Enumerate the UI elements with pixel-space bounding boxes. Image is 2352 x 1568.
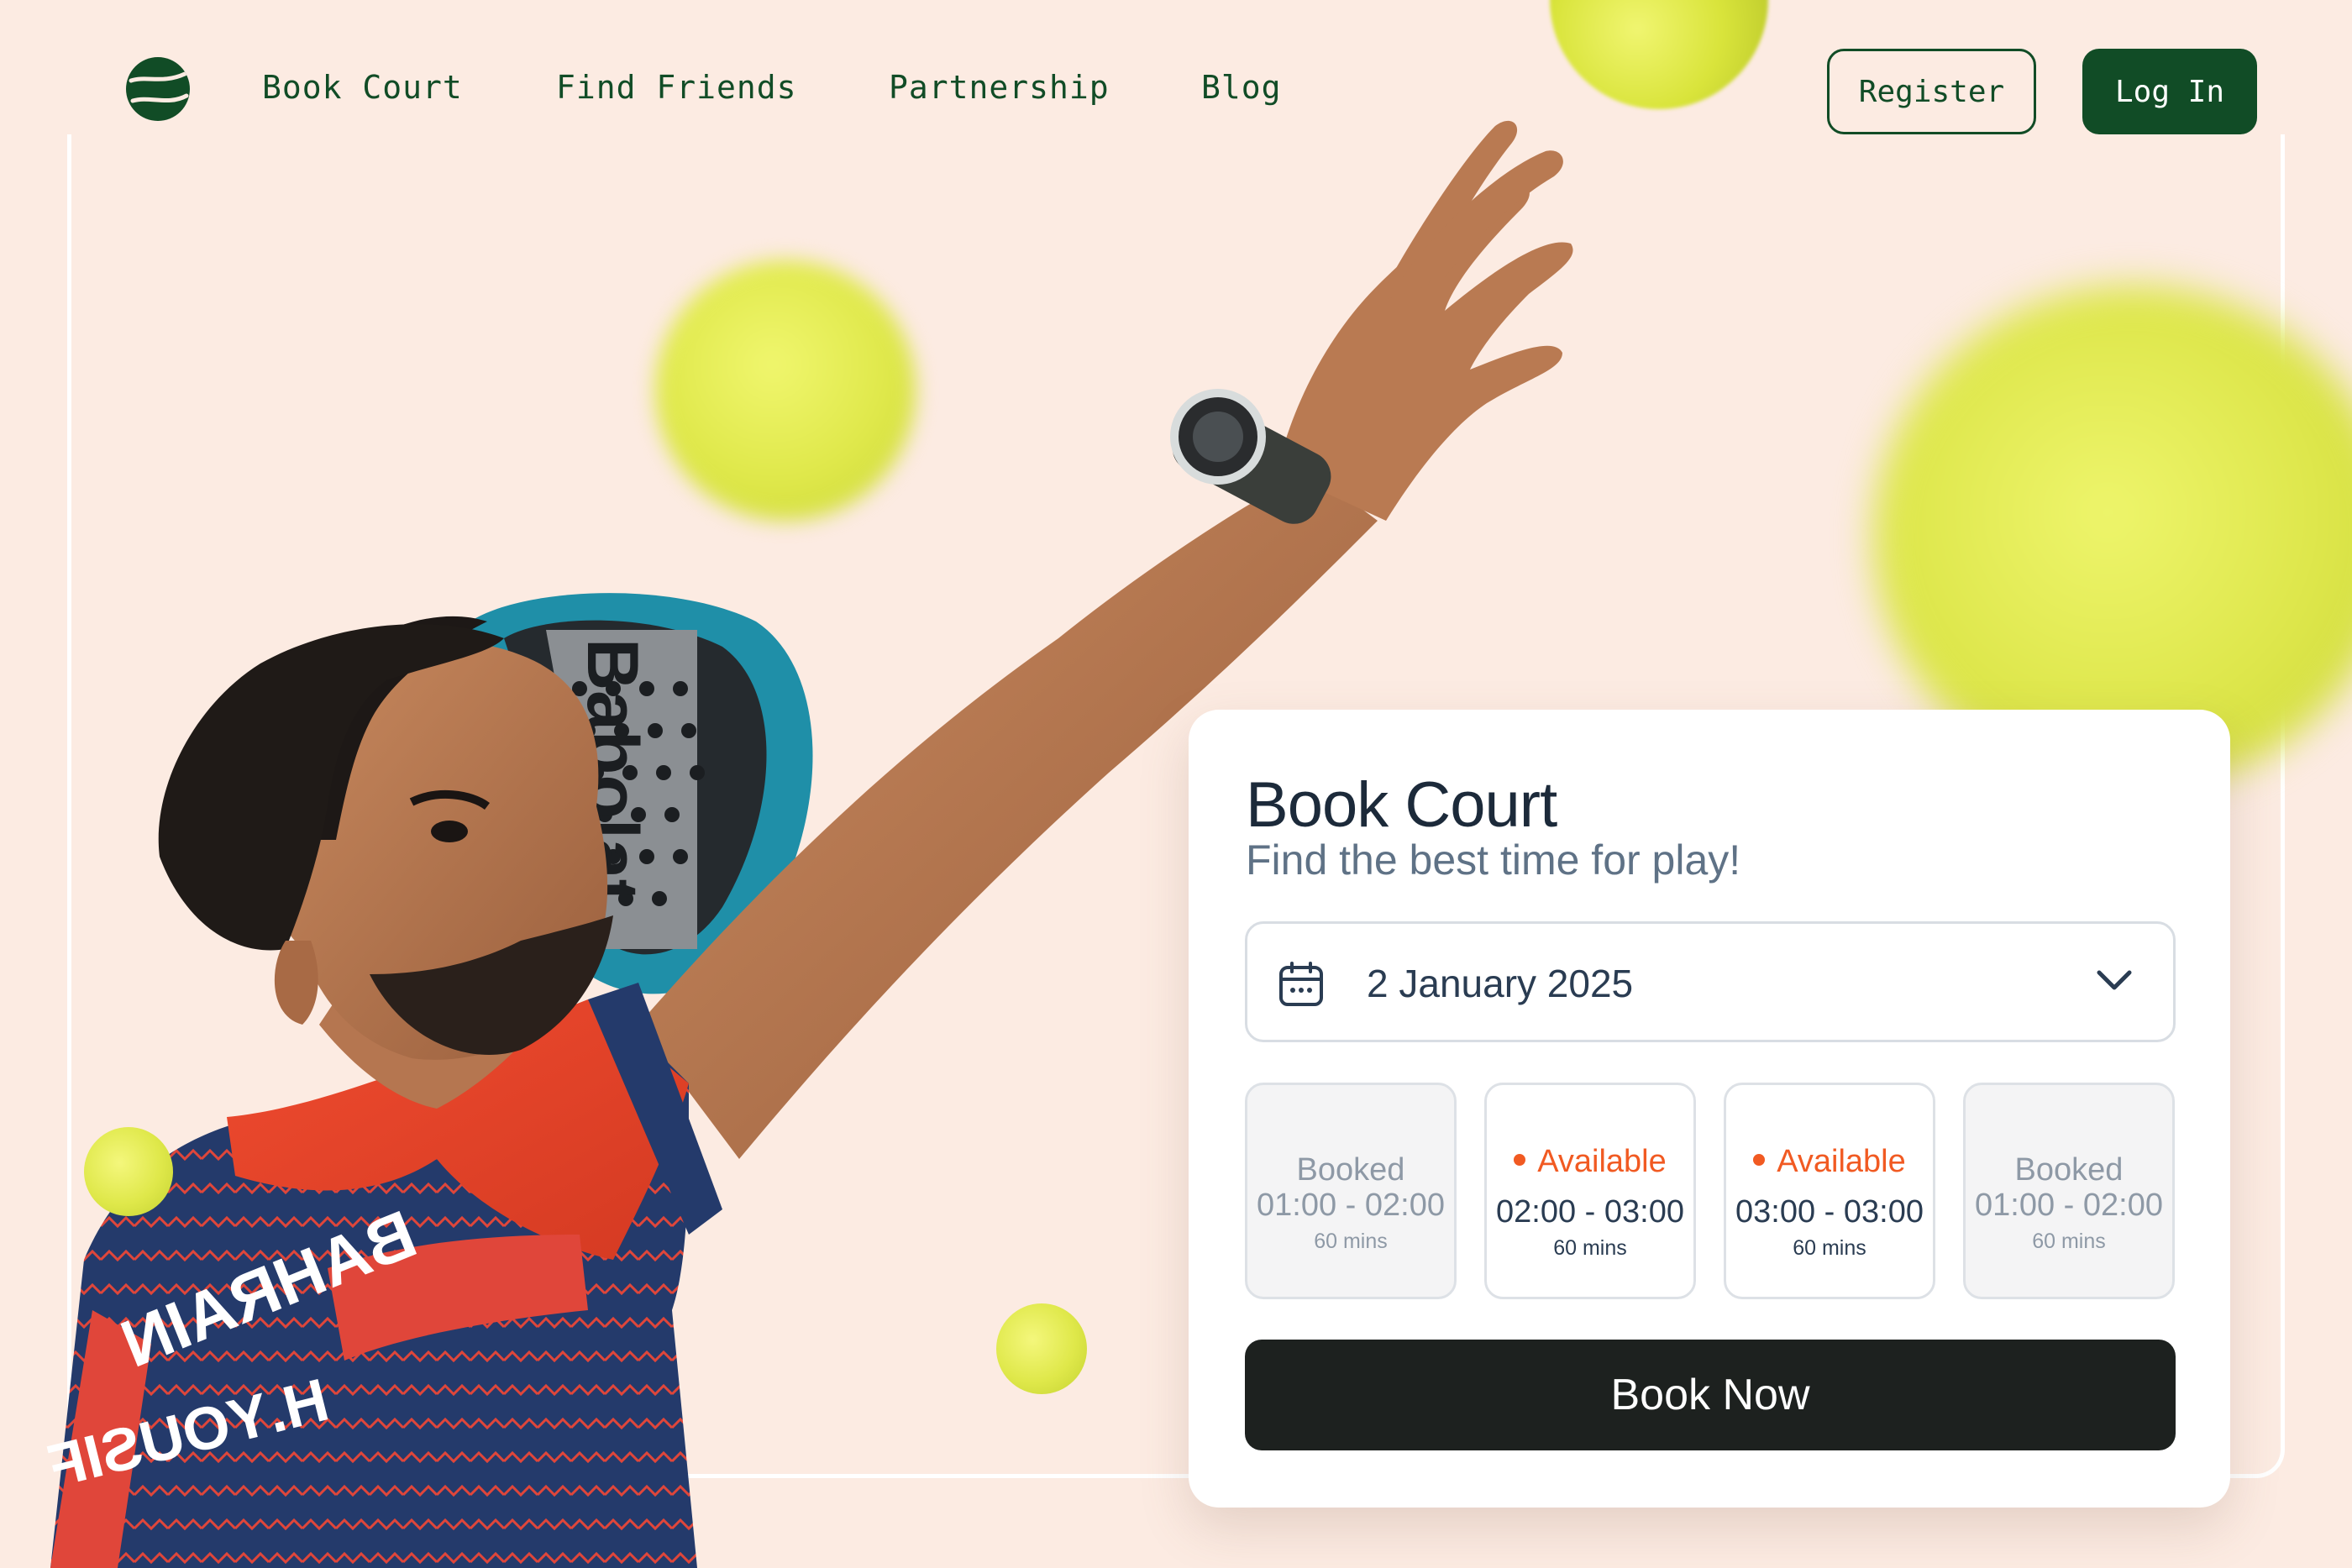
slot-status: Available — [1726, 1144, 1933, 1180]
nav-link-blog[interactable]: Blog — [1201, 69, 1282, 106]
slot-time: 01:00 - 02:00 — [1257, 1188, 1445, 1223]
nav-link-find-friends[interactable]: Find Friends — [556, 69, 797, 106]
booking-subtitle: Find the best time for play! — [1246, 836, 1741, 884]
tennis-ball-small-center — [996, 1303, 1087, 1394]
selected-date: 2 January 2025 — [1367, 962, 1634, 1005]
slot-time: 02:00 - 03:00 — [1496, 1194, 1684, 1230]
slot-status: Booked — [1296, 1152, 1405, 1188]
tennis-ball-top — [1550, 0, 1768, 109]
calendar-icon — [1279, 962, 1323, 1006]
tennis-ball-blurred-left — [655, 260, 916, 521]
nav-link-book-court[interactable]: Book Court — [262, 69, 463, 106]
time-slot-2[interactable]: Available 02:00 - 03:00 60 mins — [1484, 1083, 1696, 1299]
booking-card: Book Court Find the best time for play! … — [1189, 710, 2230, 1508]
register-button[interactable]: Register — [1827, 49, 2036, 134]
available-dot-icon — [1514, 1153, 1526, 1166]
book-now-button[interactable]: Book Now — [1245, 1340, 2176, 1450]
tennis-ball-small-left — [84, 1127, 173, 1216]
time-slot-3[interactable]: Available 03:00 - 03:00 60 mins — [1724, 1083, 1935, 1299]
slot-duration: 60 mins — [1314, 1230, 1388, 1253]
slot-duration: 60 mins — [1553, 1236, 1627, 1260]
login-button[interactable]: Log In — [2082, 49, 2257, 134]
slot-time: 03:00 - 03:00 — [1735, 1194, 1924, 1230]
slot-duration: 60 mins — [2032, 1230, 2106, 1253]
available-dot-icon — [1753, 1153, 1766, 1166]
slot-time: 01:00 - 02:00 — [1975, 1188, 2163, 1223]
booking-title: Book Court — [1246, 769, 1557, 841]
time-slot-1[interactable]: Booked 01:00 - 02:00 60 mins — [1245, 1083, 1457, 1299]
nav-link-partnership[interactable]: Partnership — [889, 69, 1110, 106]
time-slot-4[interactable]: Booked 01:00 - 02:00 60 mins — [1963, 1083, 2175, 1299]
slot-duration: 60 mins — [1793, 1236, 1866, 1260]
chevron-down-icon[interactable] — [2096, 968, 2133, 993]
slot-status: Available — [1487, 1144, 1693, 1180]
date-picker[interactable]: 2 January 2025 — [1245, 921, 2176, 1042]
slot-status: Booked — [2014, 1152, 2124, 1188]
